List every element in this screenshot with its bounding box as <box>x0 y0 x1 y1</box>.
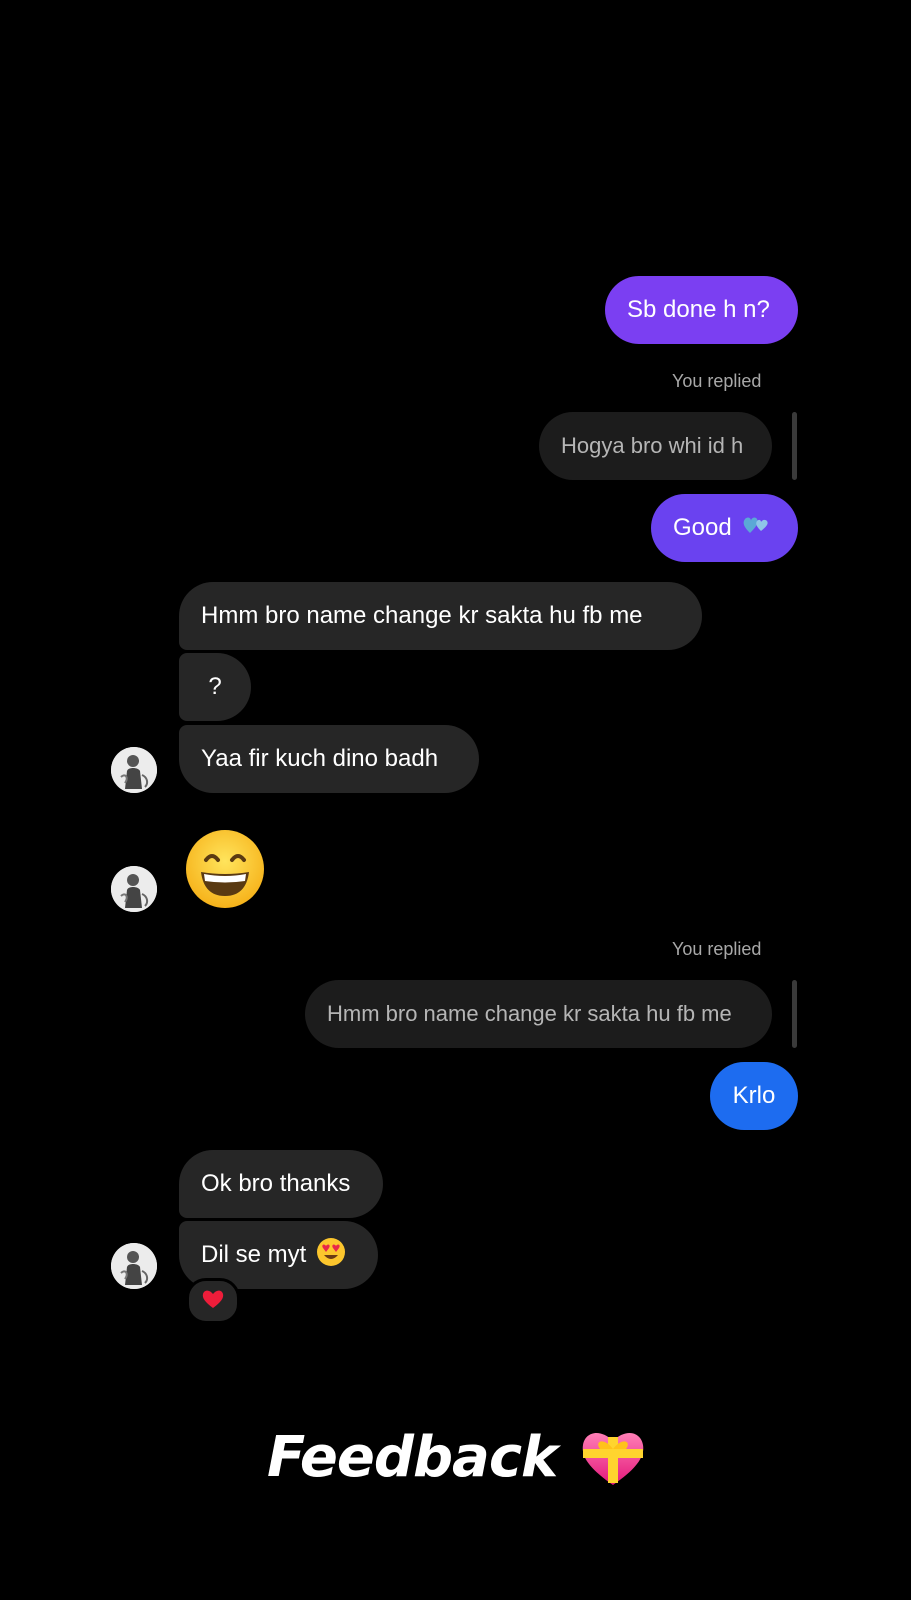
message-text: Hmm bro name change kr sakta hu fb me <box>201 602 643 629</box>
message-text: Dil se myt <box>201 1241 307 1268</box>
received-message-bubble[interactable]: Ok bro thanks <box>179 1150 383 1218</box>
avatar[interactable] <box>111 1243 157 1289</box>
avatar[interactable] <box>111 866 157 912</box>
you-replied-label: You replied <box>672 939 762 959</box>
message-text: Yaa fir kuch dino badh <box>201 745 439 772</box>
heart-eyes-emoji <box>316 1237 346 1274</box>
message-text: Ok bro thanks <box>201 1170 351 1197</box>
message-text: ? <box>208 673 222 700</box>
feedback-title: Feedback <box>267 1425 558 1490</box>
reaction-badge[interactable] <box>186 1278 240 1324</box>
sent-message-bubble[interactable]: Sb done h n? <box>605 276 798 344</box>
received-message-bubble[interactable]: ? <box>179 653 251 721</box>
message-text: Good <box>673 514 732 541</box>
message-text: Sb done h n? <box>627 296 770 323</box>
you-replied-label: You replied <box>672 371 762 391</box>
message-text: Krlo <box>732 1082 776 1109</box>
hearts-emoji <box>742 513 770 544</box>
gift-heart-emoji <box>580 1427 646 1492</box>
replied-quote-bubble[interactable]: Hogya bro whi id h <box>539 412 772 480</box>
sent-message-bubble[interactable]: Good <box>651 494 798 562</box>
red-heart-icon <box>202 1289 224 1314</box>
reply-indicator-bar <box>792 412 797 480</box>
quote-text: Hogya bro whi id h <box>561 433 744 458</box>
received-message-bubble[interactable]: Yaa fir kuch dino badh <box>179 725 479 793</box>
sent-message-bubble[interactable]: Krlo <box>710 1062 798 1130</box>
replied-quote-bubble[interactable]: Hmm bro name change kr sakta hu fb me <box>305 980 772 1048</box>
reply-indicator-bar <box>792 980 797 1048</box>
received-message-bubble[interactable]: Hmm bro name change kr sakta hu fb me <box>179 582 702 650</box>
grinning-face-emoji[interactable] <box>184 828 266 915</box>
avatar[interactable] <box>111 747 157 793</box>
quote-text: Hmm bro name change kr sakta hu fb me <box>327 1001 732 1026</box>
